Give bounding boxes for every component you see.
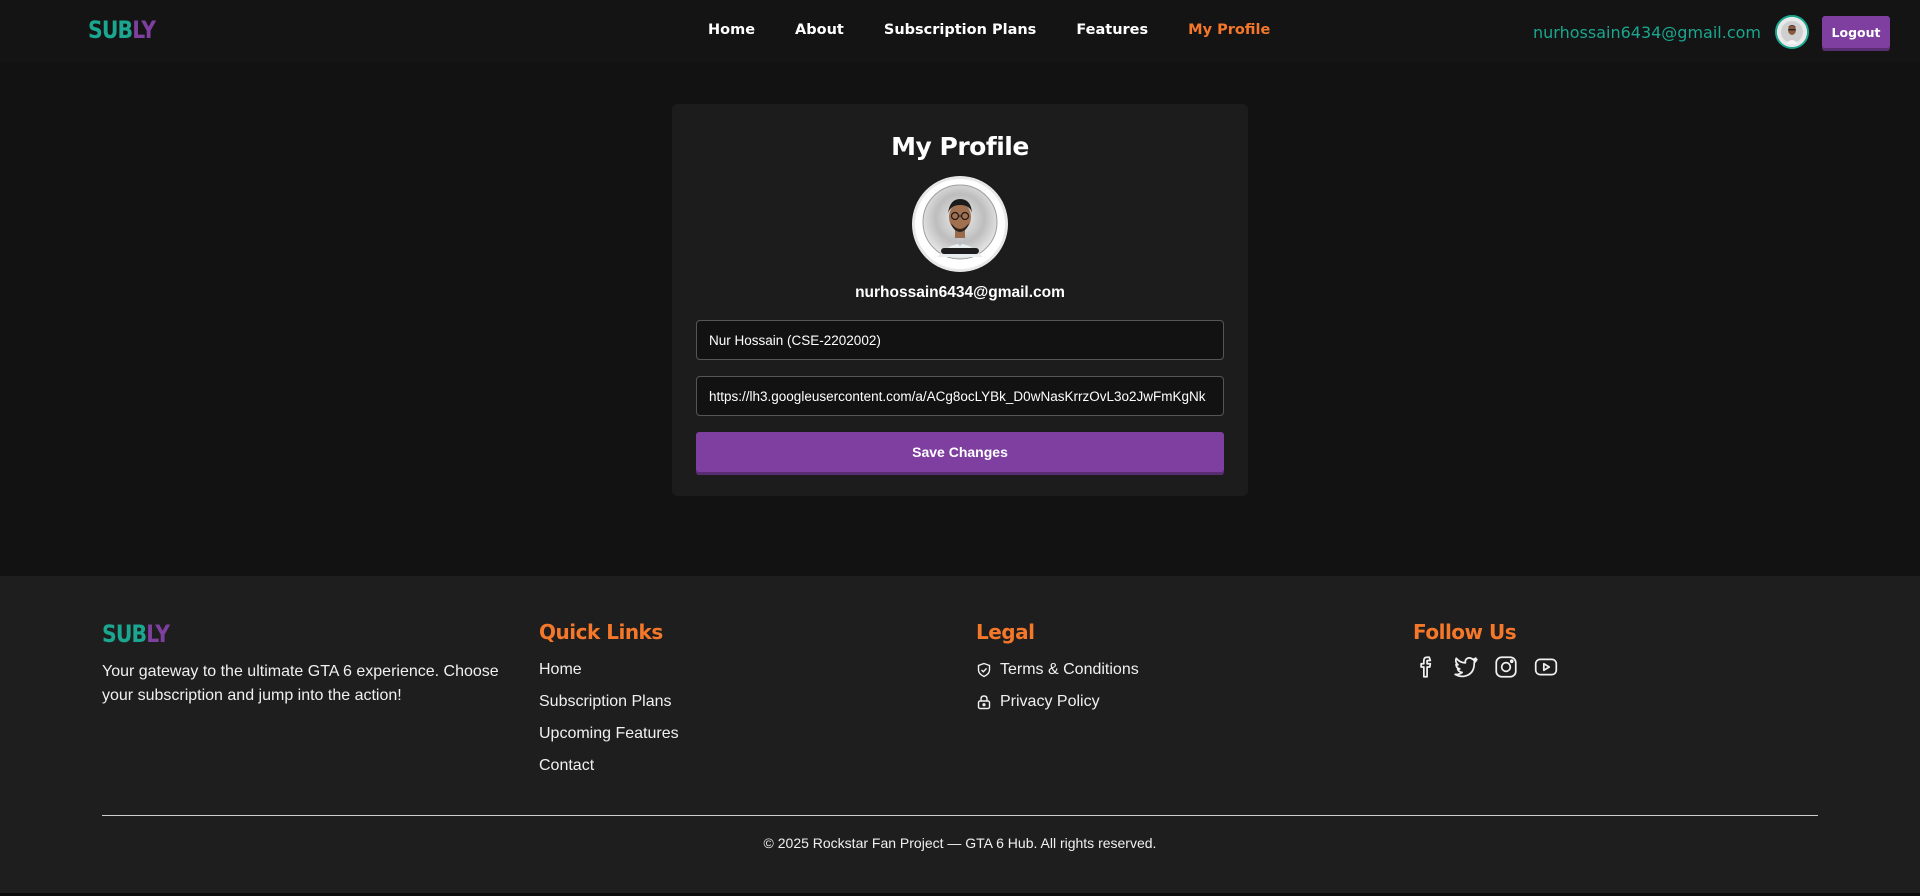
photo-url-input[interactable] [696,376,1224,416]
profile-card: My Profile nurhossain6434@gmail.com Nur … [672,104,1248,496]
youtube-icon[interactable] [1533,654,1559,680]
legal-heading: Legal [976,620,1035,644]
social-links [1413,654,1559,680]
footer-logo-text-sub: SUB [102,620,147,648]
footer-link-terms[interactable]: Terms & Conditions [976,654,1139,686]
quick-links-heading: Quick Links [539,620,663,644]
shield-icon [977,662,991,678]
follow-us-column: Follow Us [1413,620,1559,680]
nav-link-features[interactable]: Features [1076,22,1148,38]
footer-link-upcoming-features[interactable]: Upcoming Features [539,718,679,750]
lock-icon [977,695,991,710]
save-changes-button[interactable]: Save Changes [696,432,1224,472]
nav-link-my-profile[interactable]: My Profile [1188,22,1270,38]
profile-email: nurhossain6434@gmail.com [855,284,1065,301]
footer-divider [102,815,1818,816]
user-menu: nurhossain6434@gmail.com Logout [1533,14,1890,50]
quick-links-column: Quick Links Home Subscription Plans Upco… [539,620,679,782]
footer-link-home[interactable]: Home [539,654,679,686]
footer: SUBLY Your gateway to the ultimate GTA 6… [0,576,1920,896]
user-avatar[interactable] [1775,15,1809,49]
footer-logo-text-ly: LY [146,620,170,648]
footer-tagline: Your gateway to the ultimate GTA 6 exper… [102,663,499,704]
profile-avatar [912,176,1008,272]
logo-text-sub: SUB [88,16,133,44]
main-nav: Home About Subscription Plans Features M… [708,22,1270,38]
twitter-icon[interactable] [1453,654,1479,680]
navbar: SUBLY Home About Subscription Plans Feat… [0,0,1920,63]
nav-link-home[interactable]: Home [708,22,755,38]
avatar-person-icon [1777,17,1807,47]
footer-link-subscription-plans[interactable]: Subscription Plans [539,686,679,718]
privacy-label: Privacy Policy [1000,693,1100,710]
instagram-icon[interactable] [1493,654,1519,680]
brand-logo[interactable]: SUBLY [88,16,156,44]
page-title: My Profile [891,132,1029,161]
footer-logo[interactable]: SUBLY [102,620,170,648]
copyright-text: © 2025 Rockstar Fan Project — GTA 6 Hub.… [763,835,1157,851]
footer-link-contact[interactable]: Contact [539,750,679,782]
terms-label: Terms & Conditions [1000,661,1139,678]
name-input[interactable] [696,320,1224,360]
legal-column: Legal Terms & Conditions Privacy Policy [976,620,1139,718]
logo-text-ly: LY [132,16,156,44]
nav-link-about[interactable]: About [795,22,844,38]
follow-us-heading: Follow Us [1413,620,1517,644]
footer-link-privacy[interactable]: Privacy Policy [976,686,1139,718]
logout-button[interactable]: Logout [1822,16,1890,48]
profile-photo [915,179,1005,269]
nav-link-subscription-plans[interactable]: Subscription Plans [884,22,1036,38]
user-email: nurhossain6434@gmail.com [1533,22,1761,42]
facebook-icon[interactable] [1413,654,1439,680]
